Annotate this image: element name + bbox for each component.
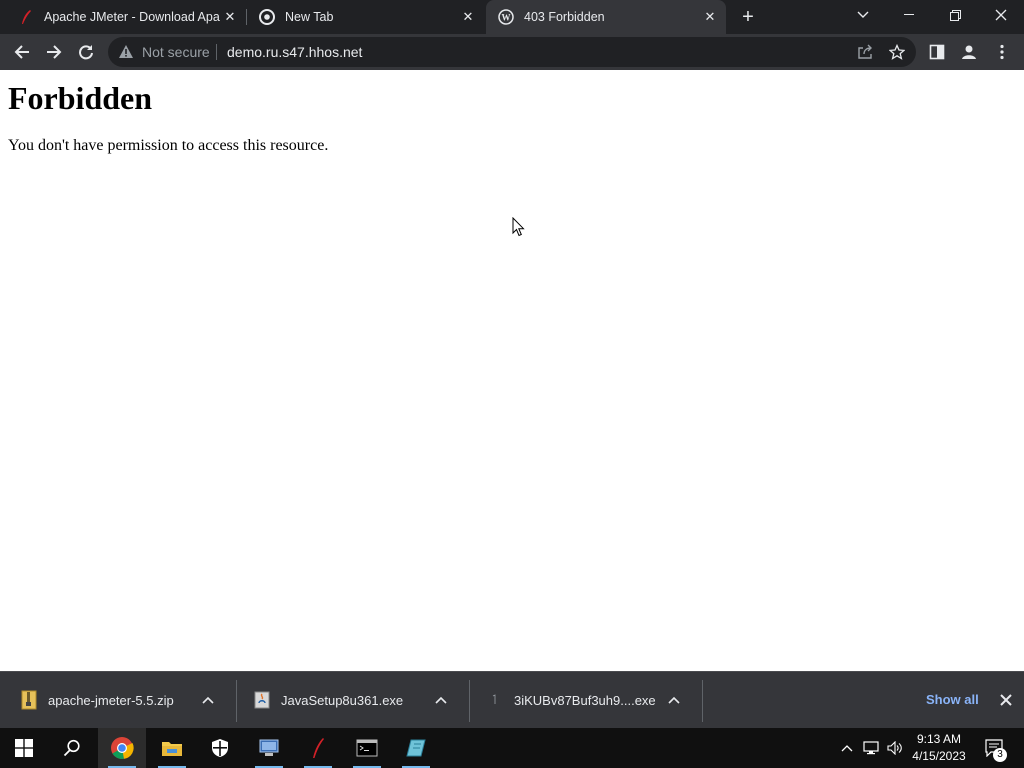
chevron-up-icon[interactable] — [198, 690, 218, 710]
download-filename: 3iKUBv87Buf3uh9....exe — [514, 692, 656, 708]
forward-arrow-icon — [47, 45, 62, 59]
share-icon[interactable] — [856, 43, 874, 61]
zip-file-icon — [20, 690, 38, 710]
new-tab-button[interactable]: + — [736, 5, 760, 29]
tab-strip: Apache JMeter - Download Apac ✕ New Tab … — [0, 0, 1024, 34]
speaker-icon — [887, 741, 902, 755]
network-status[interactable] — [860, 728, 882, 768]
download-filename: JavaSetup8u361.exe — [281, 692, 404, 708]
taskbar-windows-security[interactable] — [196, 728, 244, 768]
action-center[interactable]: 3 — [980, 728, 1008, 768]
page-heading: Forbidden — [8, 80, 153, 116]
more-menu-icon[interactable] — [992, 42, 1012, 62]
close-shelf-icon[interactable] — [996, 690, 1016, 710]
show-all-downloads-link[interactable]: Show all — [926, 692, 979, 707]
wordpress-icon: W — [498, 9, 514, 25]
error-message: You don't have permission to access this… — [8, 137, 329, 154]
tab-new-tab[interactable]: New Tab ✕ — [241, 0, 484, 34]
reload-icon — [79, 45, 93, 60]
close-icon — [995, 9, 1007, 21]
address-divider — [216, 44, 217, 60]
network-icon — [863, 741, 879, 755]
windows-logo-icon — [15, 739, 33, 757]
close-tab-icon[interactable]: ✕ — [458, 7, 478, 27]
download-item[interactable]: 3iKUBv87Buf3uh9....exe — [466, 672, 684, 728]
feather-icon — [313, 738, 324, 758]
page-content: Forbidden You don't have permission to a… — [0, 70, 1024, 671]
taskbar-command-prompt[interactable] — [343, 728, 391, 768]
network-computer-icon — [259, 739, 279, 756]
show-hidden-icons[interactable] — [838, 728, 856, 768]
chevron-up-icon — [841, 745, 853, 752]
mouse-cursor-icon — [512, 217, 525, 237]
app-icon — [406, 739, 426, 757]
start-button[interactable] — [0, 728, 48, 768]
close-window-button[interactable] — [978, 0, 1024, 30]
feather-icon — [18, 9, 34, 25]
search-button[interactable] — [48, 728, 96, 768]
chevron-up-icon[interactable] — [431, 690, 451, 710]
chrome-icon — [111, 737, 134, 759]
restore-icon — [949, 9, 961, 21]
taskbar-chrome[interactable] — [98, 728, 146, 768]
warning-icon[interactable] — [118, 44, 134, 64]
back-button[interactable] — [8, 38, 36, 66]
clock-time: 9:13 AM — [916, 732, 962, 746]
tab-title: Apache JMeter - Download Apac — [44, 10, 220, 24]
restore-button[interactable] — [932, 0, 978, 30]
tab-title: New Tab — [285, 10, 334, 24]
close-tab-icon[interactable]: ✕ — [220, 7, 240, 27]
java-installer-icon — [253, 690, 271, 710]
reload-button[interactable] — [72, 38, 100, 66]
tab-title: 403 Forbidden — [524, 10, 605, 24]
download-item[interactable]: apache-jmeter-5.5.zip — [0, 672, 218, 728]
side-panel-icon[interactable] — [927, 42, 947, 62]
volume-control[interactable] — [884, 728, 906, 768]
url-text[interactable]: demo.ru.s47.hhos.net — [227, 44, 362, 60]
minimize-icon — [904, 14, 914, 15]
browser-toolbar: Not secure demo.ru.s47.hhos.net — [0, 34, 1024, 70]
profile-avatar-icon[interactable] — [959, 42, 979, 62]
taskbar-app[interactable] — [392, 728, 440, 768]
tab-jmeter[interactable]: Apache JMeter - Download Apac ✕ — [0, 0, 246, 34]
tab-403-forbidden[interactable]: W 403 Forbidden ✕ — [486, 0, 726, 34]
back-arrow-icon — [14, 45, 29, 59]
forward-button[interactable] — [40, 38, 68, 66]
download-filename: apache-jmeter-5.5.zip — [48, 692, 174, 708]
notification-count-badge: 3 — [993, 748, 1007, 762]
download-item[interactable]: JavaSetup8u361.exe — [233, 672, 451, 728]
terminal-icon — [356, 739, 378, 757]
svg-text:W: W — [502, 13, 511, 23]
search-icon — [63, 739, 80, 757]
download-shelf: apache-jmeter-5.5.zip JavaSetup8u361.exe… — [0, 671, 1024, 728]
exe-file-icon — [486, 690, 504, 710]
tab-search-button[interactable] — [840, 0, 886, 30]
taskbar-file-explorer[interactable] — [148, 728, 196, 768]
folder-icon — [162, 742, 182, 756]
security-label[interactable]: Not secure — [142, 44, 210, 60]
close-tab-icon[interactable]: ✕ — [700, 7, 720, 27]
chrome-icon — [259, 9, 275, 25]
taskbar-network-app[interactable] — [245, 728, 293, 768]
minimize-button[interactable] — [886, 0, 932, 30]
windows-taskbar: 9:13 AM 4/15/2023 3 — [0, 728, 1024, 768]
taskbar-jmeter[interactable] — [294, 728, 342, 768]
download-divider — [702, 680, 703, 722]
clock-date: 4/15/2023 — [912, 749, 966, 763]
system-clock[interactable]: 9:13 AM 4/15/2023 — [906, 731, 972, 765]
shield-icon — [212, 739, 228, 757]
chevron-down-icon — [857, 11, 869, 18]
chevron-up-icon[interactable] — [664, 690, 684, 710]
address-bar[interactable]: Not secure demo.ru.s47.hhos.net — [108, 37, 916, 67]
bookmark-star-icon[interactable] — [888, 43, 906, 61]
